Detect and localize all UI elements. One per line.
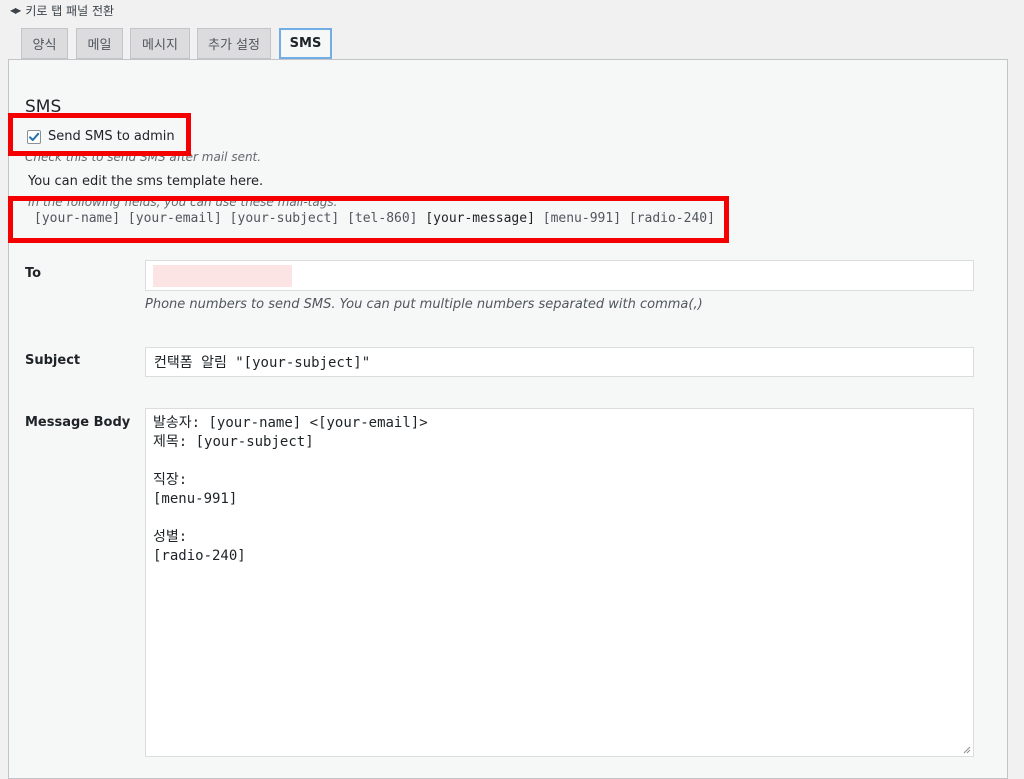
subject-input[interactable]: 컨택폼 알림 "[your-subject]" xyxy=(145,347,974,377)
to-label: To xyxy=(25,266,42,281)
message-body-text: 발송자: [your-name] <[your-email]> 제목: [you… xyxy=(153,415,428,564)
subject-label: Subject xyxy=(25,353,81,368)
keyboard-tab-switch-toggle[interactable]: ◀▶ 키로 탭 패널 전환 xyxy=(10,2,114,18)
template-edit-note: You can edit the sms template here. xyxy=(28,174,264,189)
tab-mail[interactable]: 메일 xyxy=(76,28,123,59)
tab-messages[interactable]: 메시지 xyxy=(130,28,190,59)
highlight-box-mail-tags xyxy=(8,196,729,243)
highlight-box-checkbox xyxy=(8,113,191,156)
to-hint: Phone numbers to send SMS. You can put m… xyxy=(145,297,703,312)
keyboard-toggle-label: 키로 탭 패널 전환 xyxy=(25,3,115,18)
left-right-arrows-icon: ◀▶ xyxy=(10,5,21,15)
resize-handle-icon[interactable] xyxy=(963,746,971,754)
tab-sms[interactable]: SMS xyxy=(279,28,332,59)
message-body-label: Message Body xyxy=(25,415,131,430)
redacted-phone-number xyxy=(153,265,292,287)
tab-additional-settings[interactable]: 추가 설정 xyxy=(197,28,271,59)
tab-form[interactable]: 양식 xyxy=(21,28,68,59)
message-body-textarea[interactable]: 발송자: [your-name] <[your-email]> 제목: [you… xyxy=(145,408,974,757)
